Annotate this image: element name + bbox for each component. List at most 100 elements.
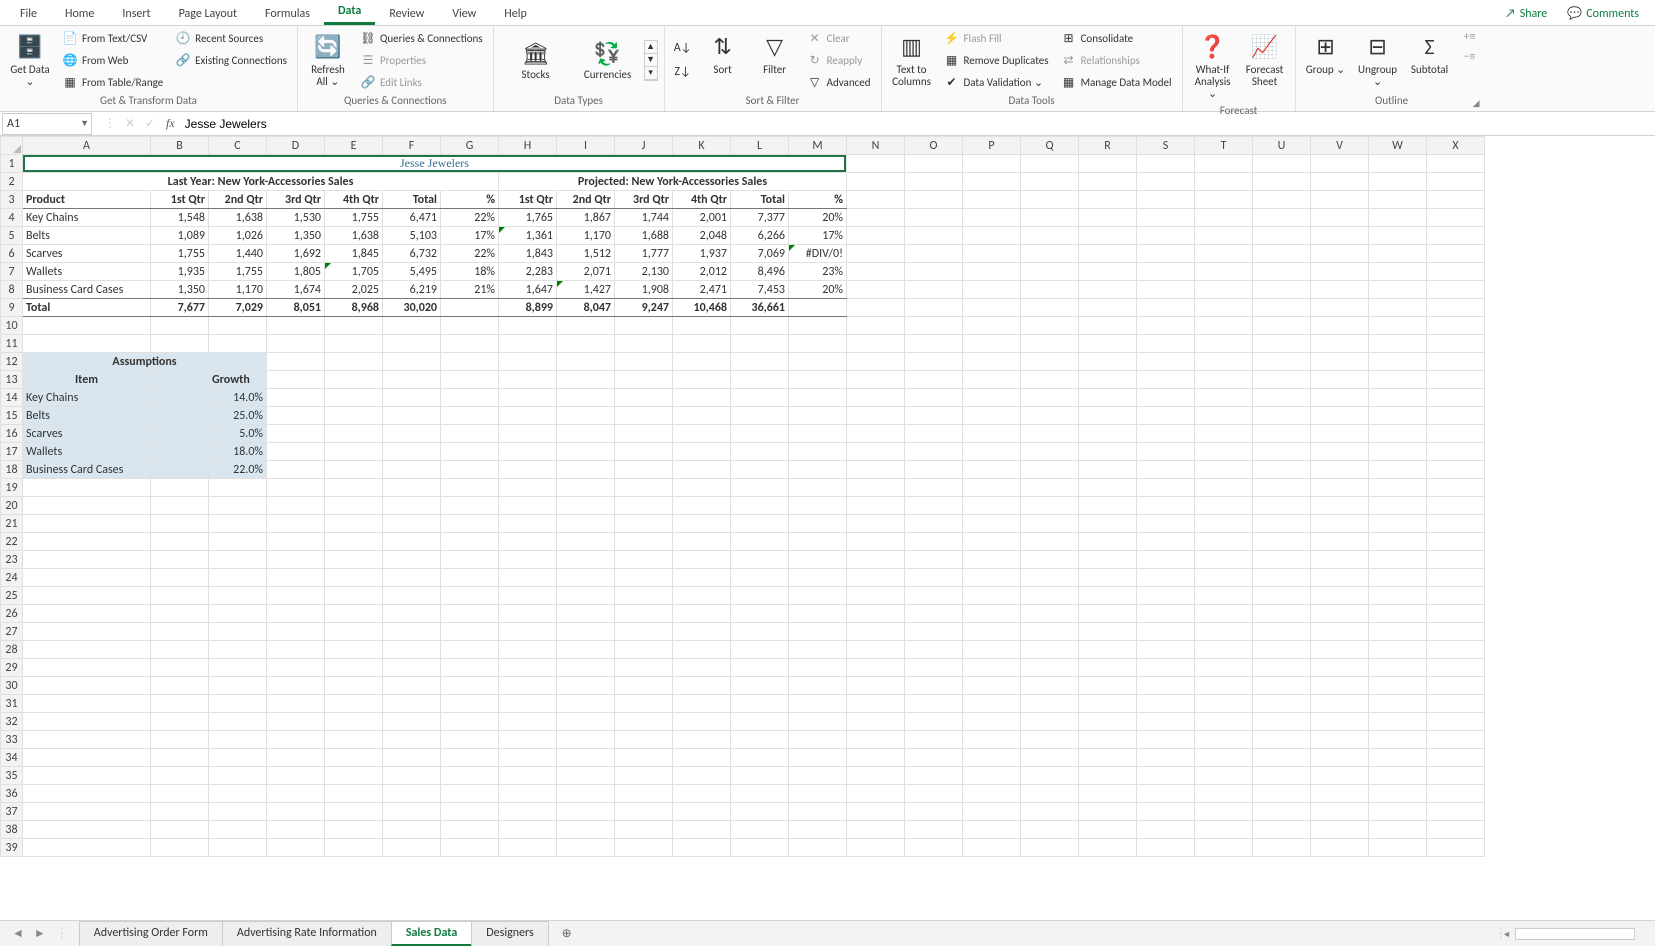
cell-W1[interactable] <box>1369 155 1427 173</box>
cell-W20[interactable] <box>1369 497 1427 515</box>
cell-R32[interactable] <box>1079 713 1137 731</box>
col-header-O[interactable]: O <box>905 137 963 155</box>
cell-I10[interactable] <box>557 317 615 335</box>
cell-J36[interactable] <box>615 785 673 803</box>
cell-S36[interactable] <box>1137 785 1195 803</box>
cell-N35[interactable] <box>847 767 905 785</box>
cell-V5[interactable] <box>1311 227 1369 245</box>
sort-za-button[interactable]: Z↓ <box>671 63 695 81</box>
cell-S31[interactable] <box>1137 695 1195 713</box>
cell-E36[interactable] <box>325 785 383 803</box>
cell-W4[interactable] <box>1369 209 1427 227</box>
cell-C9[interactable]: 7,029 <box>209 299 267 317</box>
col-header-A[interactable]: A <box>23 137 151 155</box>
row-header-22[interactable]: 22 <box>1 533 23 551</box>
cell-S16[interactable] <box>1137 425 1195 443</box>
cell-S24[interactable] <box>1137 569 1195 587</box>
cell-M20[interactable] <box>789 497 847 515</box>
cell-O39[interactable] <box>905 839 963 857</box>
cell-L32[interactable] <box>731 713 789 731</box>
cell-M23[interactable] <box>789 551 847 569</box>
cell-Q39[interactable] <box>1021 839 1079 857</box>
cell-X39[interactable] <box>1427 839 1485 857</box>
cell-C15[interactable]: 25.0% <box>209 407 267 425</box>
hide-detail-button[interactable]: −≡ <box>1458 48 1482 66</box>
cell-P33[interactable] <box>963 731 1021 749</box>
cell-T33[interactable] <box>1195 731 1253 749</box>
cell-T36[interactable] <box>1195 785 1253 803</box>
cell-V34[interactable] <box>1311 749 1369 767</box>
cell-J8[interactable]: 1,908 <box>615 281 673 299</box>
cell-J5[interactable]: 1,688 <box>615 227 673 245</box>
manage-data-model-button[interactable]: ▦Manage Data Model <box>1057 73 1176 91</box>
tab-file[interactable]: File <box>6 3 51 25</box>
cell-O22[interactable] <box>905 533 963 551</box>
cell-K7[interactable]: 2,012 <box>673 263 731 281</box>
cell-F8[interactable]: 6,219 <box>383 281 441 299</box>
properties-button[interactable]: ☰Properties <box>356 51 487 69</box>
cell-Q6[interactable] <box>1021 245 1079 263</box>
cell-N17[interactable] <box>847 443 905 461</box>
cell-I32[interactable] <box>557 713 615 731</box>
cell-U16[interactable] <box>1253 425 1311 443</box>
cell-B5[interactable]: 1,089 <box>151 227 209 245</box>
cell-R35[interactable] <box>1079 767 1137 785</box>
cell-A34[interactable] <box>23 749 151 767</box>
cell-D17[interactable] <box>267 443 325 461</box>
cell-P24[interactable] <box>963 569 1021 587</box>
cell-N23[interactable] <box>847 551 905 569</box>
cell-X35[interactable] <box>1427 767 1485 785</box>
cell-T39[interactable] <box>1195 839 1253 857</box>
cell-F16[interactable] <box>383 425 441 443</box>
cell-S34[interactable] <box>1137 749 1195 767</box>
cell-R21[interactable] <box>1079 515 1137 533</box>
cell-I7[interactable]: 2,071 <box>557 263 615 281</box>
cell-D9[interactable]: 8,051 <box>267 299 325 317</box>
cell-L22[interactable] <box>731 533 789 551</box>
cell-I24[interactable] <box>557 569 615 587</box>
cell-H21[interactable] <box>499 515 557 533</box>
cell-O36[interactable] <box>905 785 963 803</box>
cell-P25[interactable] <box>963 587 1021 605</box>
cell-K34[interactable] <box>673 749 731 767</box>
col-header-W[interactable]: W <box>1369 137 1427 155</box>
cell-M30[interactable] <box>789 677 847 695</box>
cell-A29[interactable] <box>23 659 151 677</box>
col-header-F[interactable]: F <box>383 137 441 155</box>
cell-U15[interactable] <box>1253 407 1311 425</box>
cell-I3[interactable]: 2nd Qtr <box>557 191 615 209</box>
row-header-35[interactable]: 35 <box>1 767 23 785</box>
cell-A18[interactable]: Business Card Cases <box>23 461 151 479</box>
cell-E12[interactable] <box>325 353 383 371</box>
cell-O10[interactable] <box>905 317 963 335</box>
cell-V35[interactable] <box>1311 767 1369 785</box>
what-if-button[interactable]: ❓What-If Analysis ⌄ <box>1189 28 1237 102</box>
currencies-button[interactable]: 💱Currencies <box>572 38 644 83</box>
cell-W27[interactable] <box>1369 623 1427 641</box>
cell-R2[interactable] <box>1079 173 1137 191</box>
cell-E9[interactable]: 8,968 <box>325 299 383 317</box>
cell-F29[interactable] <box>383 659 441 677</box>
cell-L9[interactable]: 36,661 <box>731 299 789 317</box>
cell-U1[interactable] <box>1253 155 1311 173</box>
cell-I34[interactable] <box>557 749 615 767</box>
cell-O5[interactable] <box>905 227 963 245</box>
cell-E19[interactable] <box>325 479 383 497</box>
filter-button[interactable]: ▽Filter <box>751 28 799 92</box>
cell-B7[interactable]: 1,935 <box>151 263 209 281</box>
cell-D16[interactable] <box>267 425 325 443</box>
cell-T32[interactable] <box>1195 713 1253 731</box>
cell-C24[interactable] <box>209 569 267 587</box>
cell-M9[interactable] <box>789 299 847 317</box>
cell-T22[interactable] <box>1195 533 1253 551</box>
cell-X31[interactable] <box>1427 695 1485 713</box>
cell-R37[interactable] <box>1079 803 1137 821</box>
cell-V24[interactable] <box>1311 569 1369 587</box>
cell-N15[interactable] <box>847 407 905 425</box>
cell-K29[interactable] <box>673 659 731 677</box>
cell-C16[interactable]: 5.0% <box>209 425 267 443</box>
cell-R18[interactable] <box>1079 461 1137 479</box>
cell-F31[interactable] <box>383 695 441 713</box>
cell-M35[interactable] <box>789 767 847 785</box>
cell-U29[interactable] <box>1253 659 1311 677</box>
